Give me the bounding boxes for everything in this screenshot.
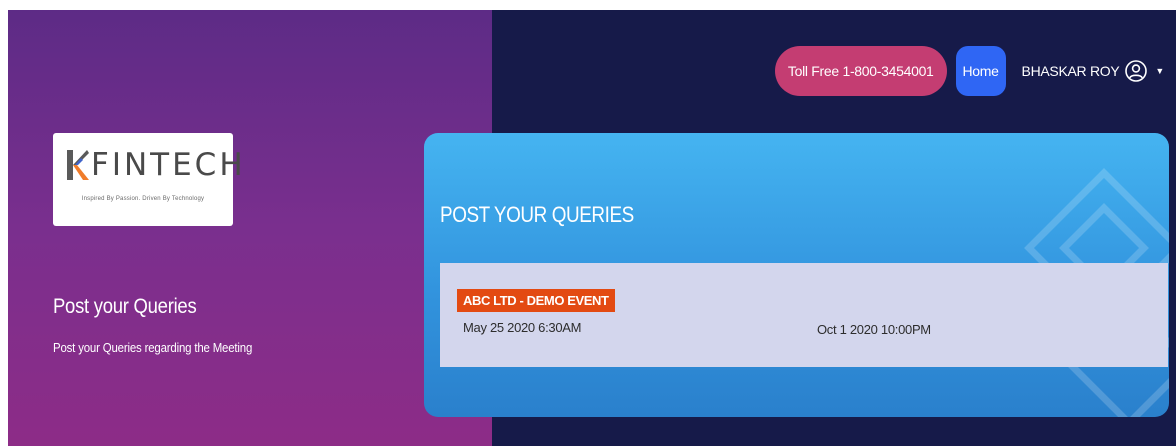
home-button[interactable]: Home <box>955 46 1006 96</box>
event-end-date: Oct 1 2020 10:00PM <box>817 322 931 337</box>
logo-mark-icon <box>67 150 89 180</box>
brand-wordmark: FINTECH <box>91 147 246 183</box>
page-title: Post your Queries <box>53 295 197 318</box>
event-name-badge: ABC LTD - DEMO EVENT <box>457 289 615 312</box>
user-circle-icon <box>1125 60 1148 82</box>
caret-down-icon: ▼ <box>1155 66 1164 76</box>
brand-logo: FINTECH Inspired By Passion. Driven By T… <box>53 133 243 226</box>
app-frame: FINTECH Inspired By Passion. Driven By T… <box>8 10 1176 446</box>
page-subtitle: Post your Queries regarding the Meeting <box>53 340 253 355</box>
toll-free-button[interactable]: Toll Free 1-800-3454001 <box>774 46 947 96</box>
event-row[interactable]: ABC LTD - DEMO EVENT May 25 2020 6:30AM … <box>440 263 1168 367</box>
top-navigation: Toll Free 1-800-3454001 Home BHASKAR ROY… <box>774 45 1164 97</box>
card-title: POST YOUR QUERIES <box>440 202 634 227</box>
user-name: BHASKAR ROY <box>1021 63 1120 79</box>
queries-card: POST YOUR QUERIES ABC LTD - DEMO EVENT M… <box>424 133 1169 417</box>
brand-tagline: Inspired By Passion. Driven By Technolog… <box>81 196 205 202</box>
event-start-date: May 25 2020 6:30AM <box>463 320 582 335</box>
user-menu[interactable]: BHASKAR ROY ▼ <box>1022 60 1164 82</box>
left-panel: FINTECH Inspired By Passion. Driven By T… <box>8 10 492 446</box>
